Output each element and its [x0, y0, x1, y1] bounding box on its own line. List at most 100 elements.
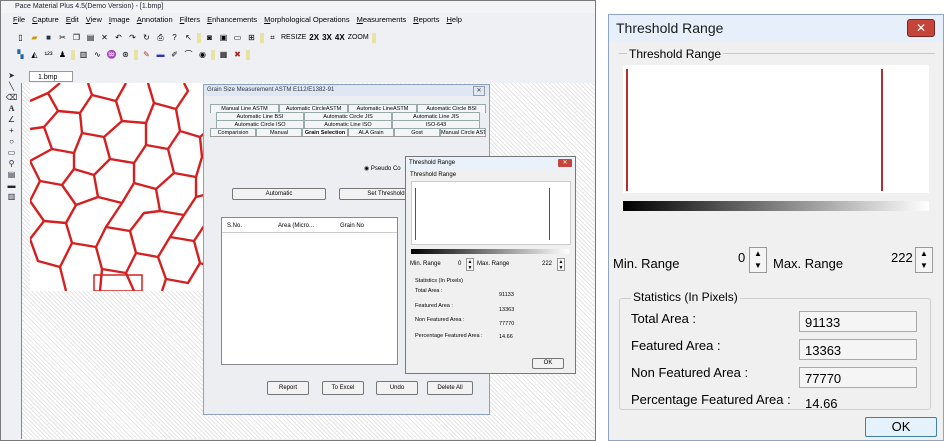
text-tool-icon[interactable]: A	[9, 104, 15, 113]
menu-measurements[interactable]: Measurements	[357, 14, 407, 26]
circle-tool-icon[interactable]: ○	[9, 137, 14, 146]
paste-icon[interactable]: ▤	[85, 33, 96, 43]
ruler-icon[interactable]: ▬	[8, 181, 16, 190]
spin-down-icon[interactable]: ▼	[920, 261, 928, 270]
pointer-icon[interactable]: ➤	[8, 71, 15, 80]
save-icon[interactable]: ■	[43, 33, 54, 43]
menu-reports[interactable]: Reports	[413, 14, 439, 26]
line-tool-icon[interactable]: ╲	[9, 82, 14, 91]
max-range-value[interactable]: 222	[542, 261, 552, 267]
delete-all-button[interactable]: Delete All	[427, 381, 473, 395]
min-range-spinner[interactable]: ▲ ▼	[466, 258, 474, 271]
threshold-histogram[interactable]	[623, 65, 929, 193]
zoom-4x-button[interactable]: 4X	[335, 33, 345, 42]
context-help-icon[interactable]: ↖	[183, 33, 194, 43]
bars-icon[interactable]: ▥	[78, 50, 89, 60]
new-file-icon[interactable]: ▯	[15, 33, 26, 43]
menu-image[interactable]: Image	[109, 14, 130, 26]
automatic-button[interactable]: Automatic	[232, 188, 326, 200]
to-excel-button[interactable]: To Excel	[322, 381, 364, 395]
zoom-2x-button[interactable]: 2X	[309, 33, 319, 42]
min-range-value[interactable]: 0	[738, 250, 745, 265]
max-range-value[interactable]: 222	[891, 250, 913, 265]
menu-morphological-operations[interactable]: Morphological Operations	[264, 14, 349, 26]
min-range-spinner[interactable]: ▲ ▼	[749, 247, 767, 273]
total-area-label: Total Area :	[631, 311, 697, 326]
help-icon[interactable]: ?	[169, 33, 180, 43]
magnifier-icon[interactable]: ⚲	[9, 159, 15, 168]
capture-icon[interactable]: ▣	[218, 33, 229, 43]
menu-help[interactable]: Help	[446, 14, 461, 26]
grid-icon[interactable]: ⊞	[246, 33, 257, 43]
spin-up-icon[interactable]: ▲	[920, 249, 928, 258]
grain-table[interactable]: S.No. Area (Micro... Grain No	[221, 217, 398, 365]
automatic-button-label: Automatic	[265, 191, 293, 197]
spin-up-icon[interactable]: ▲	[754, 249, 762, 258]
menu-file[interactable]: File	[13, 14, 25, 26]
undo-icon[interactable]: ↶	[113, 33, 124, 43]
copy-icon[interactable]: ❐	[71, 33, 82, 43]
gray-gradient-bar	[623, 201, 929, 211]
min-range-value[interactable]: 0	[458, 261, 461, 267]
menu-capture[interactable]: Capture	[32, 14, 59, 26]
close-icon[interactable]: ✕	[473, 86, 485, 96]
curve-icon[interactable]: ⌒	[183, 50, 194, 60]
menu-enhancements[interactable]: Enhancements	[207, 14, 257, 26]
undo-button[interactable]: Undo	[376, 381, 418, 395]
ok-button-small[interactable]: OK	[532, 358, 564, 369]
count-icon[interactable]: ¹²³	[43, 50, 54, 60]
target-icon[interactable]: ⊛	[120, 50, 131, 60]
crosshair-icon[interactable]: +	[9, 126, 14, 135]
close-button[interactable]: ✕	[907, 19, 935, 37]
cut-icon[interactable]: ✂	[57, 33, 68, 43]
person-icon[interactable]: ♟	[57, 50, 68, 60]
close-icon[interactable]: ✕	[558, 159, 572, 167]
max-range-spinner[interactable]: ▲ ▼	[915, 247, 933, 273]
total-area-value: 91133	[805, 315, 841, 330]
pseudo-color-radio[interactable]: ◉ Pseudo Co	[364, 165, 401, 172]
report-button[interactable]: Report	[267, 381, 309, 395]
refresh-icon[interactable]: ↻	[141, 33, 152, 43]
open-folder-icon[interactable]: ▰	[29, 33, 40, 43]
spin-down-icon[interactable]: ▼	[754, 261, 762, 270]
non-featured-area-label: Non Featured Area :	[631, 365, 749, 380]
redo-icon[interactable]: ↷	[127, 33, 138, 43]
grain-image[interactable]	[30, 83, 212, 291]
close-image-icon[interactable]: ✖	[232, 50, 243, 60]
camera-icon[interactable]: ◙	[204, 33, 215, 43]
stats-group-label: Statistics (In Pixels)	[415, 278, 463, 284]
image-icon[interactable]: ▦	[218, 50, 229, 60]
resize-button[interactable]: RESIZE	[281, 34, 306, 41]
menu-filters[interactable]: Filters	[180, 14, 200, 26]
rectangle-tool-icon[interactable]: ▭	[8, 148, 16, 157]
radio-label: Pseudo Co	[370, 166, 401, 172]
pen-icon[interactable]: ✎	[141, 50, 152, 60]
document-tab[interactable]: 1.bmp	[29, 71, 73, 82]
draw-icon[interactable]: ✐	[169, 50, 180, 60]
wave-icon[interactable]: ∿	[92, 50, 103, 60]
monitor-icon[interactable]: ▭	[232, 33, 243, 43]
histogram-icon[interactable]: ▚	[15, 50, 26, 60]
zoom-button[interactable]: ZOOM	[348, 34, 369, 41]
measure-icon[interactable]: ◭	[29, 50, 40, 60]
menu-view[interactable]: View	[86, 14, 102, 26]
max-range-spinner[interactable]: ▲ ▼	[557, 258, 565, 271]
scale-bar-icon[interactable]: ▤	[8, 170, 16, 179]
resize-icon[interactable]: ⌗	[267, 33, 278, 43]
pattern-icon[interactable]: ♒	[106, 50, 117, 60]
column-header-area: Area (Micro...	[278, 223, 315, 229]
eraser-icon[interactable]: ⌫	[6, 93, 17, 102]
menu-edit[interactable]: Edit	[66, 14, 79, 26]
angle-tool-icon[interactable]: ∠	[8, 115, 15, 124]
app-title-bar: Pace Material Plus 4.5(Demo Version) - […	[1, 1, 595, 13]
threshold-small-histogram[interactable]	[411, 181, 571, 245]
calibration-icon[interactable]: ▥	[8, 192, 16, 201]
ok-button[interactable]: OK	[865, 417, 937, 437]
delete-icon[interactable]: ✕	[99, 33, 110, 43]
menu-annotation[interactable]: Annotation	[137, 14, 173, 26]
zoom-3x-button[interactable]: 3X	[322, 33, 332, 42]
non-featured-area-value: 77770	[499, 321, 515, 327]
print-icon[interactable]: ⎙	[155, 33, 166, 43]
fill-icon[interactable]: ◉	[197, 50, 208, 60]
brush-icon[interactable]: ▬	[155, 50, 166, 60]
